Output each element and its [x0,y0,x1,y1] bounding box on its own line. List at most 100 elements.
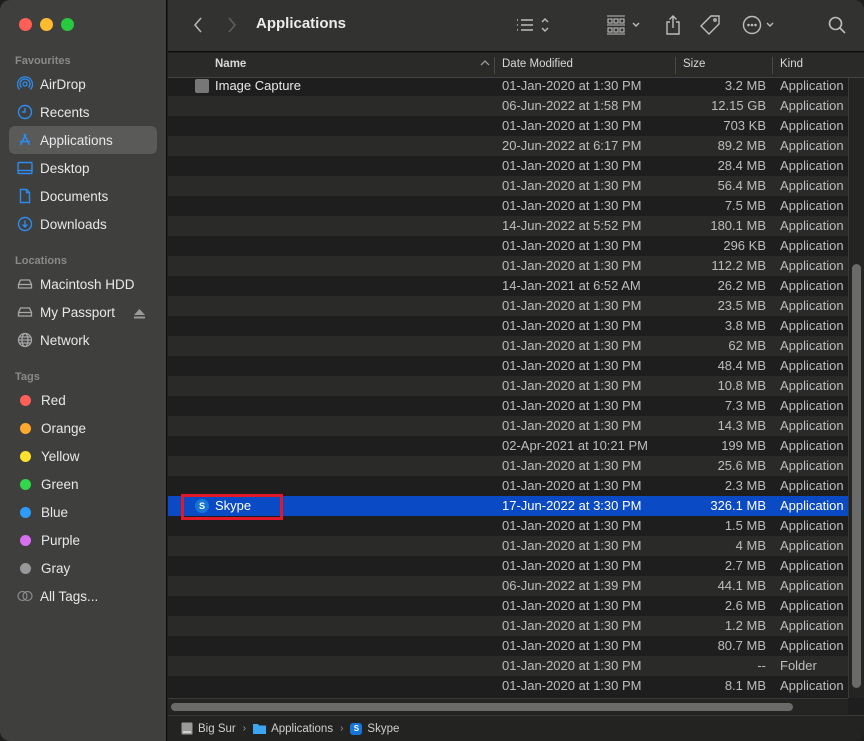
vertical-scroll-thumb[interactable] [852,264,861,688]
favourites-label: Favourites [15,55,71,67]
table-row[interactable]: 01-Jan-2020 at 1:30 PM 23.5 MB Application [168,296,848,316]
table-row[interactable]: 01-Jan-2020 at 1:30 PM 8.1 MB Application [168,676,848,696]
table-row[interactable]: 01-Jan-2020 at 1:30 PM 62 MB Application [168,336,848,356]
table-row[interactable]: 01-Jan-2020 at 1:30 PM 2.3 MB Application [168,476,848,496]
chevron-right-icon [228,17,237,33]
disk-icon [181,722,193,735]
horizontal-scrollbar[interactable] [168,698,848,714]
table-row[interactable]: 14-Jan-2021 at 6:52 AM 26.2 MB Application [168,276,848,296]
view-options-button[interactable] [514,12,554,38]
sort-ascending-icon[interactable] [480,56,490,73]
eject-icon[interactable] [134,307,145,322]
forward-button[interactable] [222,12,242,38]
table-row[interactable]: 01-Jan-2020 at 1:30 PM 25.6 MB Application [168,456,848,476]
applications-icon [17,132,33,148]
table-row[interactable]: 01-Jan-2020 at 1:30 PM 14.3 MB Application [168,416,848,436]
locations-label: Locations [15,255,67,267]
path-item-skype[interactable]: S Skype [350,722,399,735]
date-modified: 02-Apr-2021 at 10:21 PM [502,438,648,453]
file-size: 180.1 MB [710,218,766,233]
file-kind: Application [780,678,844,693]
vertical-scrollbar[interactable] [848,78,864,698]
sidebar-item-recents[interactable]: Recents [9,98,157,126]
table-row[interactable]: 01-Jan-2020 at 1:30 PM 296 KB Application [168,236,848,256]
table-row[interactable]: 14-Jun-2022 at 5:52 PM 180.1 MB Applicatio… [168,216,848,236]
column-name[interactable]: Name [215,58,246,70]
sidebar-item-airdrop[interactable]: AirDrop [9,70,157,98]
column-size[interactable]: Size [683,58,705,70]
table-row[interactable]: S Skype 17-Jun-2022 at 3:30 PM 326.1 MB Appl… [168,494,848,520]
path-item-applications[interactable]: Applications [253,723,333,735]
table-row[interactable]: 01-Jan-2020 at 1:30 PM 4 MB Application [168,536,848,556]
sidebar-tag-yellow[interactable]: Yellow [9,442,157,470]
column-divider[interactable] [494,57,495,74]
table-row[interactable]: 01-Jan-2020 at 1:30 PM 1.2 MB Application [168,616,848,636]
path-item-big-sur[interactable]: Big Sur [181,722,236,735]
file-kind: Application [780,538,844,553]
more-actions-button[interactable] [742,12,778,38]
sidebar-item-desktop[interactable]: Desktop [9,154,157,182]
table-row[interactable]: 01-Jan-2020 at 1:30 PM 112.2 MB Applicatio… [168,256,848,276]
tag-button[interactable] [698,12,722,38]
sidebar-tag-purple[interactable]: Purple [9,526,157,554]
file-kind: Application [780,558,844,573]
sidebar-tag-blue[interactable]: Blue [9,498,157,526]
sidebar-item-my-passport[interactable]: My Passport [9,298,157,326]
sidebar-item-downloads[interactable]: Downloads [9,210,157,238]
table-row[interactable]: 01-Jan-2020 at 1:30 PM 2.7 MB Application [168,556,848,576]
date-modified: 01-Jan-2020 at 1:30 PM [502,618,642,633]
file-list: Image Capture 01-Jan-2020 at 1:30 PM 3.2 M… [168,78,848,698]
disk-icon [17,276,33,292]
file-size: 3.8 MB [724,318,766,333]
table-row[interactable]: 01-Jan-2020 at 1:30 PM 28.4 MB Application [168,156,848,176]
file-kind: Application [780,578,844,593]
search-button[interactable] [826,12,848,38]
sidebar-tag-red[interactable]: Red [9,386,157,414]
minimize-button[interactable] [40,18,53,31]
table-row[interactable]: 06-Jun-2022 at 1:58 PM 12.15 GB Applicatio… [168,96,848,116]
tag-color-dot [20,450,31,462]
back-button[interactable] [188,12,208,38]
file-kind: Application [780,598,844,613]
table-row[interactable]: 06-Jun-2022 at 1:39 PM 44.1 MB Application [168,576,848,596]
date-modified: 01-Jan-2020 at 1:30 PM [502,78,642,93]
table-row[interactable]: 01-Jan-2020 at 1:30 PM 3.8 MB Application [168,316,848,336]
sidebar-item-macintosh-hdd[interactable]: Macintosh HDD [9,270,157,298]
table-row[interactable]: 01-Jan-2020 at 1:30 PM -- Folder [168,656,848,676]
column-divider[interactable] [675,57,676,74]
column-kind[interactable]: Kind [780,58,803,70]
table-row[interactable]: 20-Jun-2022 at 6:17 PM 89.2 MB Application [168,136,848,156]
sidebar-item-network[interactable]: Network [9,326,157,354]
table-row[interactable]: 01-Jan-2020 at 1:30 PM 48.4 MB Application [168,356,848,376]
date-modified: 01-Jan-2020 at 1:30 PM [502,638,642,653]
sidebar-item-applications[interactable]: Applications [9,126,157,154]
sidebar-item-label: Downloads [40,216,107,232]
table-row[interactable]: 01-Jan-2020 at 1:30 PM 2.6 MB Application [168,596,848,616]
sidebar-tag-orange[interactable]: Orange [9,414,157,442]
table-row[interactable]: 01-Jan-2020 at 1:30 PM 1.5 MB Application [168,516,848,536]
table-row[interactable]: 01-Jan-2020 at 1:30 PM 703 KB Application [168,116,848,136]
sidebar-item-documents[interactable]: Documents [9,182,157,210]
table-row[interactable]: 02-Apr-2021 at 10:21 PM 199 MB Application [168,436,848,456]
table-row[interactable]: 01-Jan-2020 at 1:30 PM 80.7 MB Application [168,636,848,656]
table-row[interactable]: 01-Jan-2020 at 1:30 PM 7.3 MB Application [168,396,848,416]
tag-color-dot [20,506,31,518]
close-button[interactable] [19,18,32,31]
file-size: 1.5 MB [724,518,766,533]
column-divider[interactable] [772,57,773,74]
share-button[interactable] [662,12,684,38]
table-row[interactable]: 01-Jan-2020 at 1:30 PM 7.5 MB Application [168,196,848,216]
sidebar-item-label: Recents [40,104,90,120]
sidebar-tag-green[interactable]: Green [9,470,157,498]
airdrop-icon [17,76,33,92]
sidebar-tag-gray[interactable]: Gray [9,554,157,582]
zoom-button[interactable] [61,18,74,31]
table-row[interactable]: 01-Jan-2020 at 1:30 PM 10.8 MB Application [168,376,848,396]
file-kind: Application [780,298,844,313]
group-button[interactable] [606,12,644,38]
column-date-modified[interactable]: Date Modified [502,58,573,70]
horizontal-scroll-thumb[interactable] [171,703,793,711]
sidebar-all-tags[interactable]: All Tags... [9,582,157,610]
table-row[interactable]: Image Capture 01-Jan-2020 at 1:30 PM 3.2 M… [168,78,848,96]
table-row[interactable]: 01-Jan-2020 at 1:30 PM 56.4 MB Application [168,176,848,196]
